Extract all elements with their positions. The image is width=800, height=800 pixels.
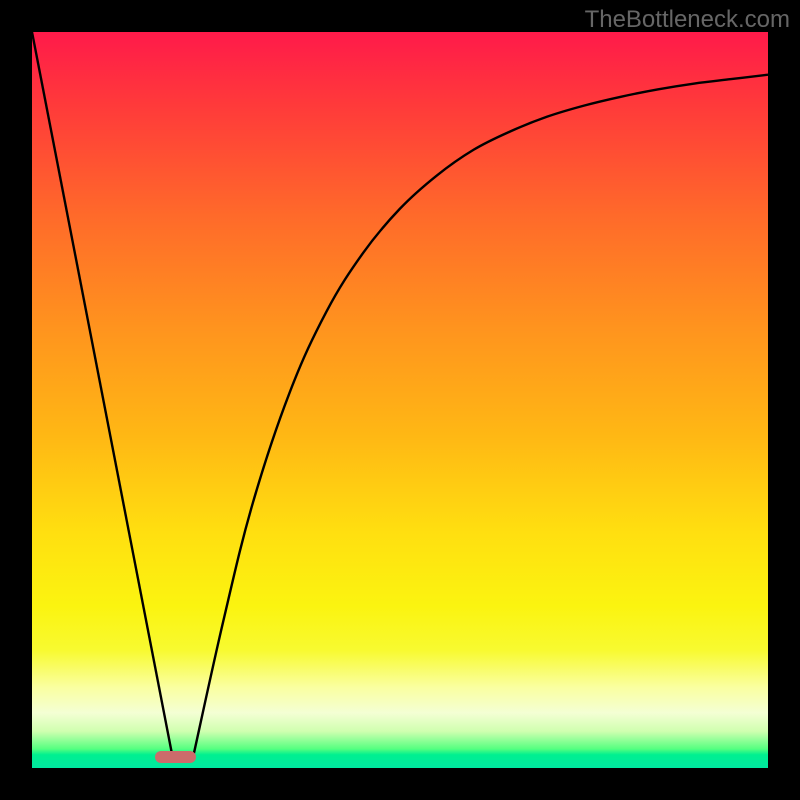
plot-area [32,32,768,768]
chart-canvas: TheBottleneck.com [0,0,800,800]
left-branch-line [32,32,172,753]
watermark-text: TheBottleneck.com [585,6,790,34]
right-branch-curve [194,75,768,754]
optimal-marker [155,751,195,763]
curve-layer [32,32,768,768]
